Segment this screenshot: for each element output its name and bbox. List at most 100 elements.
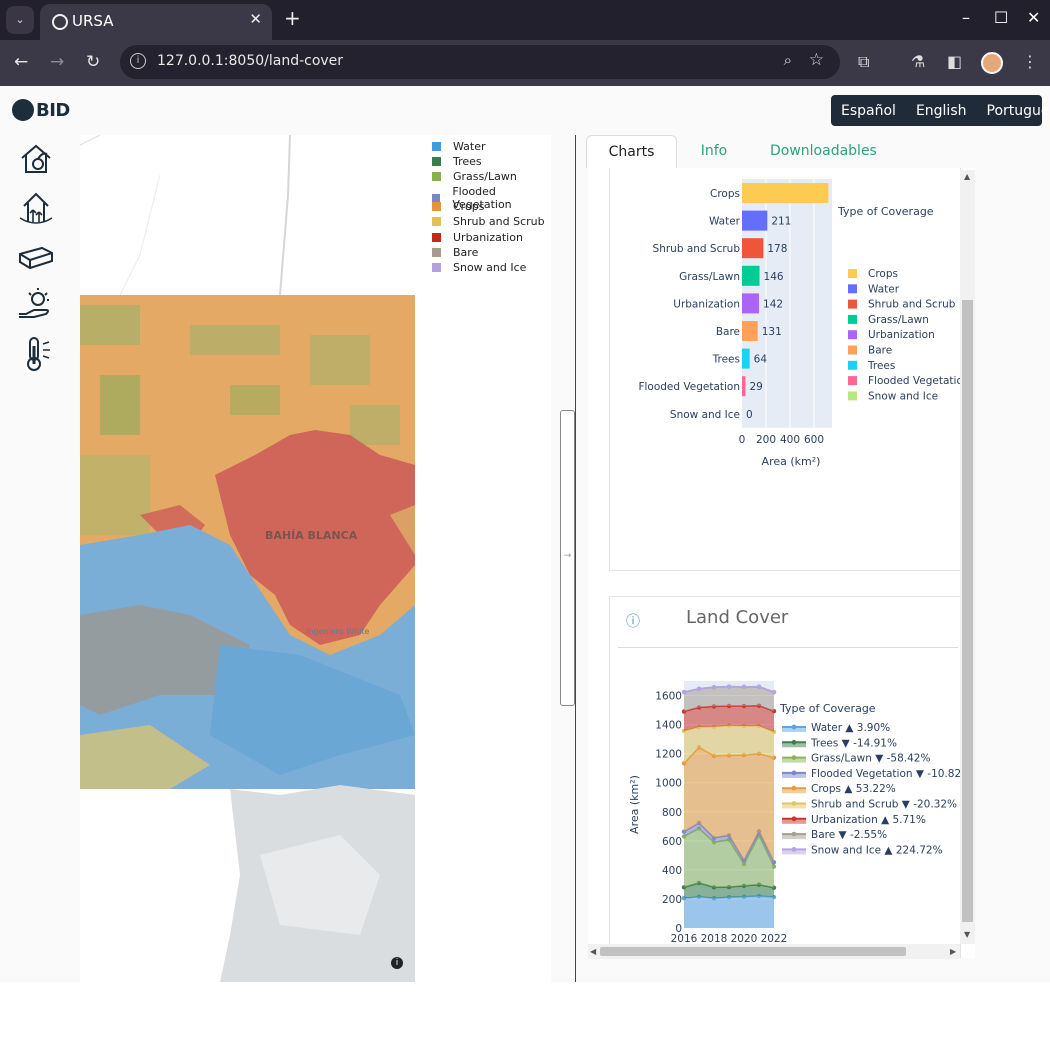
- series-point: [696, 686, 702, 692]
- legend-label: Bare ▼ -2.55%: [811, 829, 887, 841]
- lang-espanol-button[interactable]: Español: [831, 103, 906, 119]
- series-point: [711, 684, 717, 690]
- legend-label: Snow and Ice: [868, 390, 938, 402]
- bar-value-label: 0: [746, 409, 753, 421]
- horizontal-scroll-thumb[interactable]: [600, 947, 906, 956]
- profile-avatar[interactable]: [981, 52, 1003, 74]
- legend-label: Flooded Vegetation: [868, 375, 962, 387]
- legend-marker: [791, 801, 797, 806]
- legend-label: Urbanization: [868, 329, 935, 341]
- land-cover-card: ⓘ Land Cover 0 200 400 600 800 1000 1200 1400 16…: [609, 596, 971, 958]
- browser-tab[interactable]: URSA ✕: [40, 4, 272, 40]
- y-tick-label: 200: [662, 894, 682, 906]
- map-attribution-icon[interactable]: i: [391, 957, 403, 969]
- legend-swatch: [848, 314, 857, 324]
- x-tick-label: 600: [804, 434, 824, 446]
- legend-label: Shrub and Scrub ▼ -20.32%: [811, 799, 957, 811]
- reload-icon[interactable]: ↻: [86, 52, 100, 72]
- scroll-down-arrow-icon[interactable]: ▼: [964, 930, 970, 939]
- browser-menu-icon[interactable]: ⋮: [1022, 52, 1038, 71]
- brick-icon[interactable]: [16, 238, 56, 278]
- tab-info[interactable]: Info: [691, 135, 737, 168]
- land-cover-bar-chart[interactable]: Crops Water 211 Shrub and Scrub 178 Grass/Law…: [610, 168, 970, 572]
- bar: [742, 265, 760, 286]
- legend-label: Snow and Ice: [453, 261, 527, 274]
- legend-label: Trees ▼ -14.91%: [810, 737, 897, 749]
- forward-arrow-icon[interactable]: →: [50, 52, 64, 72]
- legend-title: Type of Coverage: [837, 205, 934, 218]
- legend-item: Bare: [432, 246, 478, 259]
- bar: [742, 293, 760, 314]
- bar-value-label: 142: [763, 298, 783, 310]
- hand-sun-icon[interactable]: [16, 284, 56, 324]
- scroll-left-arrow-icon[interactable]: ◀: [590, 947, 596, 956]
- legend-label: Trees: [453, 155, 482, 168]
- legend-label: Urbanization ▲ 5.71%: [811, 814, 926, 826]
- zoom-icon[interactable]: ⌕: [784, 51, 792, 69]
- card-divider: [618, 647, 958, 648]
- tab-charts[interactable]: Charts: [586, 135, 677, 168]
- legend-swatch: [432, 172, 441, 181]
- page: BID Español English Portuguese: [0, 86, 1050, 982]
- legend-swatch: [432, 157, 441, 166]
- panel-collapse-handle[interactable]: →: [560, 410, 575, 706]
- bar: [742, 183, 829, 203]
- tab-search-button[interactable]: ⌄: [6, 6, 34, 34]
- site-info-icon[interactable]: i: [130, 53, 146, 69]
- x-axis-title: Area (km²): [762, 455, 821, 468]
- side-panel-icon[interactable]: ◧: [947, 52, 962, 71]
- vertical-scrollbar[interactable]: ▲ ▼: [960, 170, 975, 944]
- legend-swatch: [848, 269, 857, 278]
- legend-item: Grass/Lawn: [432, 170, 517, 183]
- legend-marker: [791, 847, 797, 852]
- extensions-icon[interactable]: ⧉: [858, 52, 869, 72]
- y-tick-label: 1000: [655, 778, 682, 790]
- tab-close-icon[interactable]: ✕: [249, 10, 262, 28]
- tab-downloadables[interactable]: Downloadables: [770, 135, 877, 168]
- bar-value-label: 146: [764, 271, 784, 283]
- legend-item: Crops: [432, 200, 484, 213]
- house-plant-icon[interactable]: [16, 138, 56, 178]
- horizontal-scrollbar[interactable]: ◀ ▶: [588, 944, 960, 959]
- legend-marker: [791, 739, 797, 745]
- maximize-button[interactable]: ☐: [994, 8, 1008, 27]
- info-circle-icon[interactable]: ⓘ: [626, 611, 640, 631]
- new-tab-button[interactable]: +: [284, 6, 301, 30]
- y-axis-title: Area (km²): [628, 775, 641, 834]
- legend-swatch: [432, 263, 441, 272]
- land-cover-area-chart[interactable]: 020040060080010001200140016002016 2018 202…: [610, 597, 971, 958]
- legend-title: Type of Coverage: [779, 702, 876, 715]
- y-tick-label: 1600: [655, 691, 682, 703]
- bar-value-label: 64: [754, 354, 768, 366]
- scroll-up-arrow-icon[interactable]: ▲: [964, 172, 970, 181]
- legend-label: Crops: [453, 200, 485, 213]
- vertical-scroll-thumb[interactable]: [962, 300, 973, 922]
- legend-swatch: [848, 376, 857, 386]
- lang-portuguese-button[interactable]: Portuguese: [977, 103, 1050, 119]
- x-tick-label: 0: [739, 434, 746, 446]
- house-arrows-icon[interactable]: [16, 188, 56, 228]
- legend-label: Bare: [453, 246, 479, 259]
- url-text[interactable]: 127.0.0.1:8050/land-cover: [157, 53, 343, 69]
- legend-swatch: [432, 248, 441, 257]
- legend-swatch: [432, 233, 441, 242]
- scroll-right-arrow-icon[interactable]: ▶: [950, 947, 956, 956]
- legend-label: Grass/Lawn: [453, 170, 517, 183]
- bar-category-label: Snow and Ice: [670, 409, 740, 421]
- land-cover-map[interactable]: BAHÍA BLANCA Ingeniero White i: [80, 135, 415, 982]
- legend-label: Bare: [868, 345, 892, 357]
- bar-category-label: Grass/Lawn: [679, 271, 740, 283]
- close-window-button[interactable]: ✕: [1027, 8, 1040, 27]
- lang-english-button[interactable]: English: [906, 103, 977, 119]
- bid-logo[interactable]: BID: [12, 99, 70, 121]
- url-field[interactable]: i 127.0.0.1:8050/land-cover ⌕ ☆: [120, 45, 840, 79]
- bookmark-star-icon[interactable]: ☆: [809, 50, 824, 70]
- labs-flask-icon[interactable]: ⚗: [911, 52, 925, 71]
- legend-item: Snow and Ice: [432, 261, 526, 274]
- charts-scroll-area[interactable]: Crops Water 211 Shrub and Scrub 178 Grass/Law…: [588, 168, 975, 958]
- y-tick-label: 800: [662, 807, 682, 819]
- back-arrow-icon[interactable]: ←: [14, 52, 28, 72]
- series-point: [681, 689, 687, 695]
- minimize-button[interactable]: –: [962, 8, 970, 27]
- thermometer-icon[interactable]: [16, 334, 56, 374]
